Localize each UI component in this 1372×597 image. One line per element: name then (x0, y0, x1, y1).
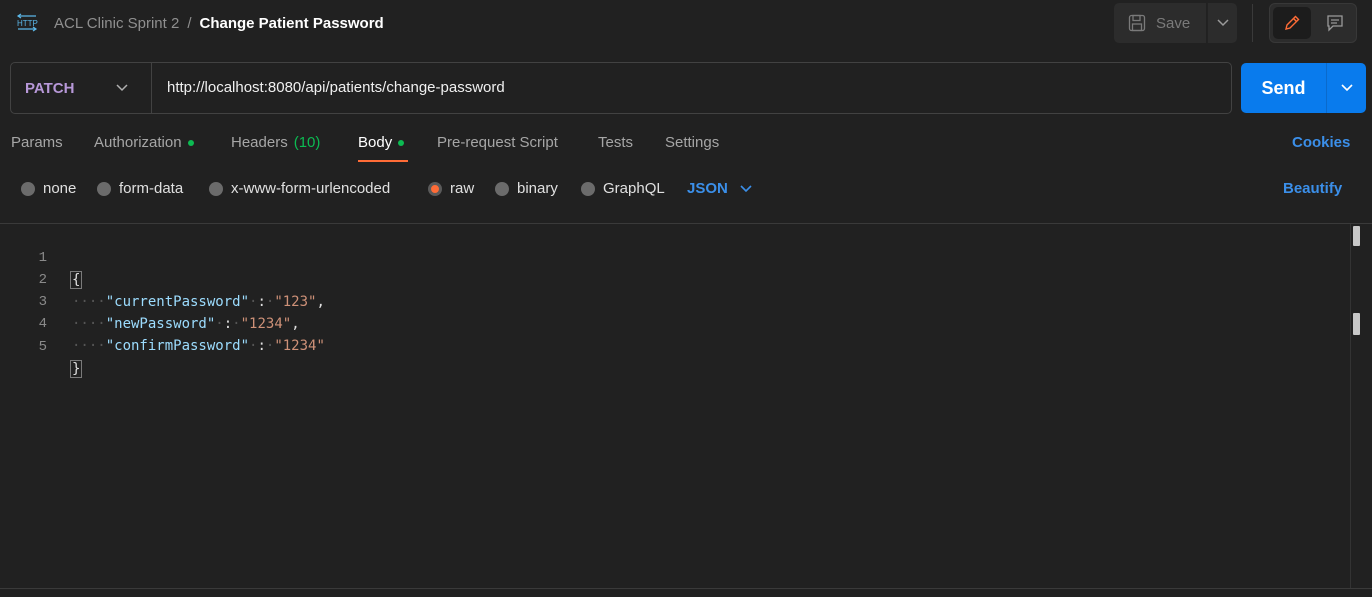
tab-body[interactable]: Body (358, 134, 405, 151)
tab-label: Settings (665, 134, 720, 151)
radio-circle (21, 181, 35, 196)
radio-graphql[interactable]: GraphQL (581, 180, 665, 197)
beautify-button[interactable]: Beautify (1283, 180, 1342, 197)
radio-form-data[interactable]: form-data (97, 180, 183, 197)
method-select[interactable]: PATCH (11, 63, 151, 113)
chevron-down-icon (740, 184, 752, 192)
radio-circle (581, 181, 595, 196)
editor-line: 2 ····"currentPassword"·:·"123", (0, 247, 325, 310)
code-text: ····"confirmPassword"·:·"1234" (72, 338, 325, 354)
comma: , (291, 316, 300, 332)
edit-mode-button[interactable] (1273, 7, 1311, 39)
tab-pre-request-script[interactable]: Pre-request Script (437, 134, 558, 151)
chevron-down-icon (1216, 19, 1229, 27)
status-dot (187, 139, 194, 146)
tab-settings[interactable]: Settings (665, 134, 719, 151)
save-button-group: Save (1114, 3, 1237, 43)
tab-label: Authorization (94, 134, 182, 151)
editor-line: 1 { (0, 225, 83, 289)
chevron-down-icon (1340, 84, 1353, 92)
json-value: "1234" (240, 316, 292, 332)
editor-line: 3 ····"newPassword"·:·"1234", (0, 269, 300, 332)
svg-text:HTTP: HTTP (17, 19, 38, 28)
code-text: } (70, 358, 83, 380)
editor-line: 4 ····"confirmPassword"·:·"1234" (0, 291, 325, 354)
comma: , (316, 294, 325, 310)
request-header: HTTP ACL Clinic Sprint 2 / Change Patien… (0, 0, 1372, 48)
header-divider (1252, 4, 1253, 42)
send-button[interactable]: Send (1241, 63, 1326, 113)
json-value: "1234" (274, 338, 325, 354)
http-request-icon: HTTP (16, 13, 38, 32)
radio-label: binary (517, 180, 558, 197)
json-value: "123" (274, 294, 317, 310)
close-brace: } (70, 360, 83, 378)
json-key: "currentPassword" (105, 294, 250, 310)
tab-label: Tests (598, 134, 634, 151)
send-options-button[interactable] (1327, 63, 1366, 113)
breadcrumb: ACL Clinic Sprint 2 / Change Patient Pas… (54, 15, 384, 32)
url-bar: PATCH http://localhost:8080/api/patients… (10, 62, 1232, 114)
editor-line: 5 } (0, 314, 83, 378)
radio-label: x-www-form-urlencoded (231, 180, 391, 197)
scrollbar-marker (1353, 313, 1360, 335)
send-button-group: Send (1241, 63, 1366, 113)
chevron-down-icon (116, 84, 128, 92)
radio-label: raw (450, 180, 475, 197)
editor-bottom-border (0, 588, 1372, 589)
radio-x-www-form-urlencoded[interactable]: x-www-form-urlencoded (209, 180, 390, 197)
format-label: JSON (687, 180, 728, 197)
comment-icon (1327, 15, 1343, 32)
method-label: PATCH (25, 79, 75, 97)
save-icon (1128, 14, 1146, 32)
editor-scrollbar[interactable] (1350, 224, 1364, 588)
save-label: Save (1156, 14, 1191, 32)
radio-binary[interactable]: binary (495, 180, 558, 197)
tab-label: Pre-request Script (437, 134, 558, 151)
radio-label: none (43, 180, 77, 197)
tab-authorization[interactable]: Authorization (94, 134, 194, 151)
cookies-link[interactable]: Cookies (1292, 134, 1350, 151)
radio-circle-selected (428, 181, 442, 196)
radio-circle (495, 181, 509, 196)
url-divider (151, 63, 152, 113)
tab-label: Params (11, 134, 63, 151)
radio-circle (97, 181, 111, 196)
view-mode-toggle (1269, 3, 1357, 43)
radio-circle (209, 181, 223, 196)
tab-headers[interactable]: Headers (10) (231, 134, 320, 151)
tab-params[interactable]: Params (11, 134, 63, 151)
status-dot (398, 139, 405, 146)
pencil-icon (1285, 15, 1300, 30)
format-select[interactable]: JSON (687, 180, 752, 197)
code-text: ····"newPassword"·:·"1234", (72, 316, 300, 332)
save-options-button[interactable] (1207, 3, 1237, 43)
request-title[interactable]: Change Patient Password (200, 15, 384, 32)
json-key: "confirmPassword" (105, 338, 250, 354)
header-count: (10) (293, 134, 321, 151)
comments-button[interactable] (1316, 7, 1354, 39)
breadcrumb-collection[interactable]: ACL Clinic Sprint 2 (54, 15, 179, 32)
open-brace: { (70, 271, 83, 289)
tab-label: Body (358, 134, 393, 151)
url-input[interactable]: http://localhost:8080/api/patients/chang… (167, 79, 505, 96)
body-editor[interactable]: 1 { 2 ····"currentPassword"·:·"123", 3 ·… (0, 223, 1372, 597)
tab-tests[interactable]: Tests (598, 134, 633, 151)
json-key: "newPassword" (105, 316, 216, 332)
radio-label: GraphQL (603, 180, 665, 197)
active-tab-indicator (358, 160, 408, 162)
line-number: 5 (38, 339, 47, 355)
code-text: ····"currentPassword"·:·"123", (72, 294, 325, 310)
radio-label: form-data (119, 180, 184, 197)
tab-label: Headers (231, 134, 288, 151)
code-text: { (70, 269, 83, 291)
scrollbar-marker-top (1353, 226, 1360, 246)
breadcrumb-separator: / (187, 15, 192, 32)
save-button[interactable]: Save (1114, 3, 1206, 43)
radio-none[interactable]: none (21, 180, 76, 197)
radio-raw[interactable]: raw (428, 180, 474, 197)
